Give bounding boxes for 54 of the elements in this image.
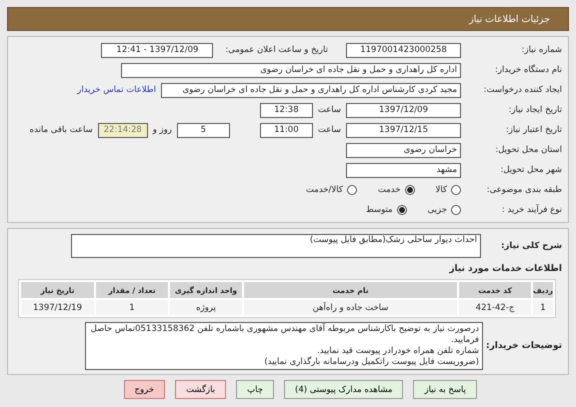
option-label: کالا: [436, 185, 447, 195]
field-label: نوع فرآیند خرید :: [500, 205, 562, 215]
field-label: تاریخ و ساعت اعلان عمومی:: [225, 45, 328, 55]
action-button[interactable]: بازگشت: [175, 380, 226, 399]
option-label: متوسط: [366, 205, 393, 215]
field-label: ایجاد کننده درخواست:: [482, 85, 562, 95]
city-field: مشهد: [346, 162, 461, 178]
table-cell: 1: [96, 300, 168, 315]
radio-button[interactable]: [346, 185, 357, 195]
field-label: شهر محل تحویل:: [499, 165, 562, 175]
date-field: 1397/12/15: [346, 122, 461, 138]
requester-field: مجید کردی کارشناس اداره کل راهداری و حمل و نقل جاده ای خراسان رضوی: [161, 82, 461, 98]
table-cell: ج-42-421: [459, 300, 531, 315]
field-label: استان محل تحویل:: [494, 145, 562, 155]
field-label: ساعت: [318, 105, 341, 115]
field-label: طبقه بندی موضوعی:: [486, 185, 562, 195]
field-label: شماره نیاز:: [520, 45, 562, 55]
option-label: کالا/خدمت: [306, 185, 343, 195]
need-number-field: 1197001423000258: [346, 42, 461, 58]
announce-date-field: 1397/12/09 - 12:41: [101, 42, 214, 58]
radio-button[interactable]: [451, 205, 461, 215]
field-label: تاریخ اعتبار نیاز:: [504, 125, 562, 135]
field-label: ساعت باقی مانده: [30, 125, 93, 135]
remaining-time-field: 22:14:28: [98, 122, 148, 138]
table-cell: 1: [533, 300, 553, 315]
action-button[interactable]: مشاهده مدارک پیوستی (4): [284, 380, 404, 399]
table-cell: ساخت جاده و راه‌آهن: [244, 300, 457, 315]
province-field: خراسان رضوی: [346, 142, 461, 158]
field-label: توضیحات خریدار:: [488, 341, 562, 351]
page-header: جزئیات اطلاعات نیاز: [7, 7, 569, 31]
option-label: جزیی: [428, 205, 447, 215]
section-title: اطلاعات خدمات مورد نیاز: [449, 264, 562, 274]
description-field: احداث دیوار ساحلی زشک(مطابق فایل پیوست): [71, 234, 481, 258]
radio-button[interactable]: [404, 185, 415, 195]
table-cell: پروژه: [170, 300, 242, 315]
table-cell: 1397/12/19: [21, 300, 94, 315]
radio-button[interactable]: [396, 205, 407, 215]
field-label: ساعت: [318, 125, 341, 135]
days-field: 5: [176, 122, 230, 138]
radio-button[interactable]: [451, 185, 461, 195]
field-label: نام دستگاه خریدار:: [494, 65, 562, 75]
buyer-org-field: اداره کل راهداری و حمل و نقل جاده ای خراسان رضوی: [121, 62, 461, 78]
date-field: 1397/12/09: [346, 102, 461, 118]
action-button[interactable]: چاپ: [236, 380, 274, 399]
field-label: شرح کلی نیاز:: [500, 241, 562, 251]
time-field: 12:38: [260, 102, 313, 118]
buyer-notes: درصورت نیاز به توضیح باکارشناس مربوطه آقای مهندس مشهوری باشماره تلفن 05133158362تماس حاصل فرمایید. شماره تلفن همراه خودرادر پیوست قید نمایید. (ضروریست فایل پیوست راتکمیل ودرسامانه بارگذاری نمایید): [85, 322, 483, 370]
action-button[interactable]: پاسخ به نیاز: [413, 380, 477, 399]
action-button[interactable]: خروج: [124, 380, 166, 399]
time-field: 11:00: [260, 122, 313, 138]
contact-link[interactable]: اطلاعات تماس خریدار: [77, 85, 156, 95]
field-label: تاریخ ایجاد نیاز:: [508, 105, 562, 115]
option-label: خدمت: [378, 185, 401, 195]
field-label: روز و: [152, 125, 172, 135]
